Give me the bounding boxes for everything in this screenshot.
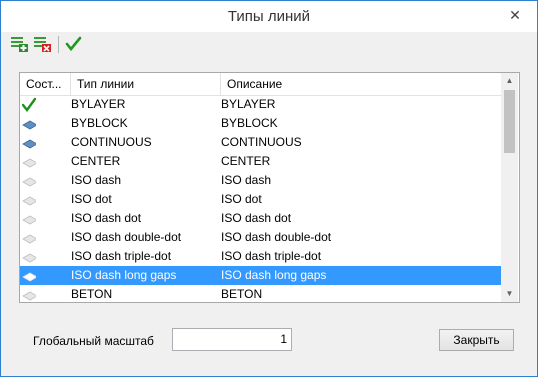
scroll-up-icon[interactable]: ▲: [501, 73, 518, 89]
column-header-state[interactable]: Сост...: [20, 73, 71, 95]
linetype-used-icon: [22, 135, 36, 150]
linetype-add-icon: [11, 37, 28, 52]
linetype-description-cell: ISO dash: [221, 173, 272, 187]
title-bar: Типы линий ✕: [1, 1, 537, 32]
linetype-name-cell: CONTINUOUS: [71, 135, 152, 149]
linetype-name-cell: BYBLOCK: [71, 116, 128, 130]
current-linetype-check-icon: [22, 97, 36, 112]
linetype-description-cell: CONTINUOUS: [221, 135, 302, 149]
column-header-linetype[interactable]: Тип линии: [71, 73, 221, 95]
linetype-name-cell: ISO dash dot: [71, 211, 142, 225]
column-header-description[interactable]: Описание: [221, 73, 501, 95]
linetype-description-cell: BETON: [221, 287, 263, 301]
table-row[interactable]: ISO dash dot ISO dash dot: [20, 209, 501, 228]
apply-button[interactable]: [64, 35, 84, 53]
checkmark-icon: [65, 36, 82, 52]
dialog-title: Типы линий: [227, 8, 311, 25]
linetype-unused-icon: [22, 211, 36, 226]
linetype-description-cell: ISO dash triple-dot: [221, 249, 322, 263]
toolbar: [1, 32, 537, 56]
linetype-description-cell: BYLAYER: [221, 97, 276, 111]
global-scale-input[interactable]: 1: [172, 328, 292, 351]
linetypes-dialog: Типы линий ✕ Сост... Тип линии Описание …: [0, 0, 538, 377]
linetype-name-cell: ISO dash: [71, 173, 122, 187]
linetype-unused-icon: [22, 287, 36, 302]
table-row[interactable]: BYLAYER BYLAYER: [20, 95, 501, 114]
vertical-scrollbar[interactable]: ▲ ▼: [501, 73, 518, 302]
linetype-name-cell: ISO dash long gaps: [71, 268, 177, 282]
linetype-name-cell: BYLAYER: [71, 97, 126, 111]
table-body: BYLAYER BYLAYER BYBLOCK BYBLOCK CONTINUOUS CO…: [20, 95, 501, 302]
scrollbar-thumb[interactable]: [504, 90, 515, 153]
linetype-unused-icon: [22, 173, 36, 188]
linetype-description-cell: CENTER: [221, 154, 271, 168]
table-row[interactable]: ISO dot ISO dot: [20, 190, 501, 209]
table-row[interactable]: ISO dash ISO dash: [20, 171, 501, 190]
linetype-unused-icon: [22, 154, 36, 169]
delete-linetype-button[interactable]: [33, 35, 53, 53]
linetype-delete-icon: [34, 37, 51, 52]
table-row[interactable]: ISO dash triple-dot ISO dash triple-dot: [20, 247, 501, 266]
linetype-description-cell: ISO dot: [221, 192, 262, 206]
global-scale-label: Глобальный масштаб: [33, 334, 154, 348]
table-row[interactable]: CENTER CENTER: [20, 152, 501, 171]
linetype-description-cell: ISO dash dot: [221, 211, 292, 225]
linetype-unused-icon: [22, 230, 36, 245]
table-row[interactable]: ISO dash long gaps ISO dash long gaps: [20, 266, 501, 285]
toolbar-separator: [58, 36, 59, 53]
table-row[interactable]: ISO dash double-dot ISO dash double-dot: [20, 228, 501, 247]
linetype-unused-icon: [22, 192, 36, 207]
linetype-name-cell: ISO dash double-dot: [71, 230, 182, 244]
linetype-name-cell: CENTER: [71, 154, 121, 168]
linetype-table: Сост... Тип линии Описание BYLAYER BYLAYE…: [19, 72, 520, 303]
add-linetype-button[interactable]: [10, 35, 30, 53]
linetype-unused-icon: [22, 249, 36, 264]
close-icon[interactable]: ✕: [506, 6, 524, 24]
table-row[interactable]: BETON BETON: [20, 285, 501, 302]
table-header: Сост... Тип линии Описание: [20, 73, 501, 96]
scroll-down-icon[interactable]: ▼: [501, 286, 518, 302]
linetype-name-cell: ISO dot: [71, 192, 112, 206]
table-row[interactable]: BYBLOCK BYBLOCK: [20, 114, 501, 133]
close-button[interactable]: Закрыть: [439, 329, 514, 351]
linetype-name-cell: BETON: [71, 287, 113, 301]
linetype-description-cell: BYBLOCK: [221, 116, 278, 130]
linetype-used-icon: [22, 116, 36, 131]
linetype-unused-icon: [22, 268, 36, 283]
linetype-description-cell: ISO dash long gaps: [221, 268, 327, 282]
linetype-description-cell: ISO dash double-dot: [221, 230, 332, 244]
linetype-name-cell: ISO dash triple-dot: [71, 249, 172, 263]
table-row[interactable]: CONTINUOUS CONTINUOUS: [20, 133, 501, 152]
